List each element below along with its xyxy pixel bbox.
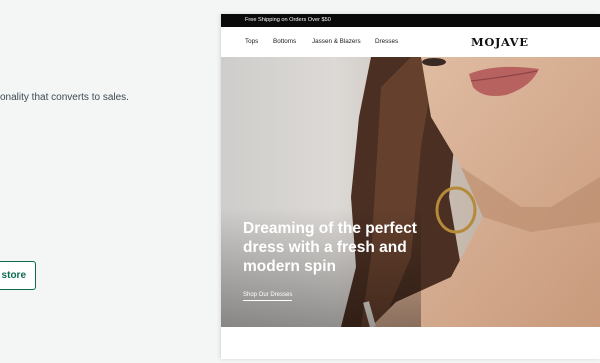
announcement-bar: Free Shipping on Orders Over $50 xyxy=(221,14,600,27)
content-area xyxy=(221,327,600,359)
store-button[interactable]: store xyxy=(0,261,36,290)
store-preview: Free Shipping on Orders Over $50 Tops Bo… xyxy=(221,14,600,359)
store-nav: Tops Bottoms Jassen & Blazers Dresses MO… xyxy=(221,27,600,57)
nav-link-jassen-blazers[interactable]: Jassen & Blazers xyxy=(312,38,361,45)
hero-headline: Dreaming of the perfect dress with a fre… xyxy=(243,220,417,275)
hero-banner: Dreaming of the perfect dress with a fre… xyxy=(221,57,600,327)
nav-link-dresses[interactable]: Dresses xyxy=(375,38,398,45)
description-text: onality that converts to sales. xyxy=(0,92,129,103)
nav-link-bottoms[interactable]: Bottoms xyxy=(273,38,296,45)
shop-dresses-link[interactable]: Shop Our Dresses xyxy=(243,292,293,301)
brand-logo[interactable]: MOJAVE xyxy=(471,35,529,49)
hero-model-photo xyxy=(221,57,600,327)
nav-link-tops[interactable]: Tops xyxy=(245,38,258,45)
